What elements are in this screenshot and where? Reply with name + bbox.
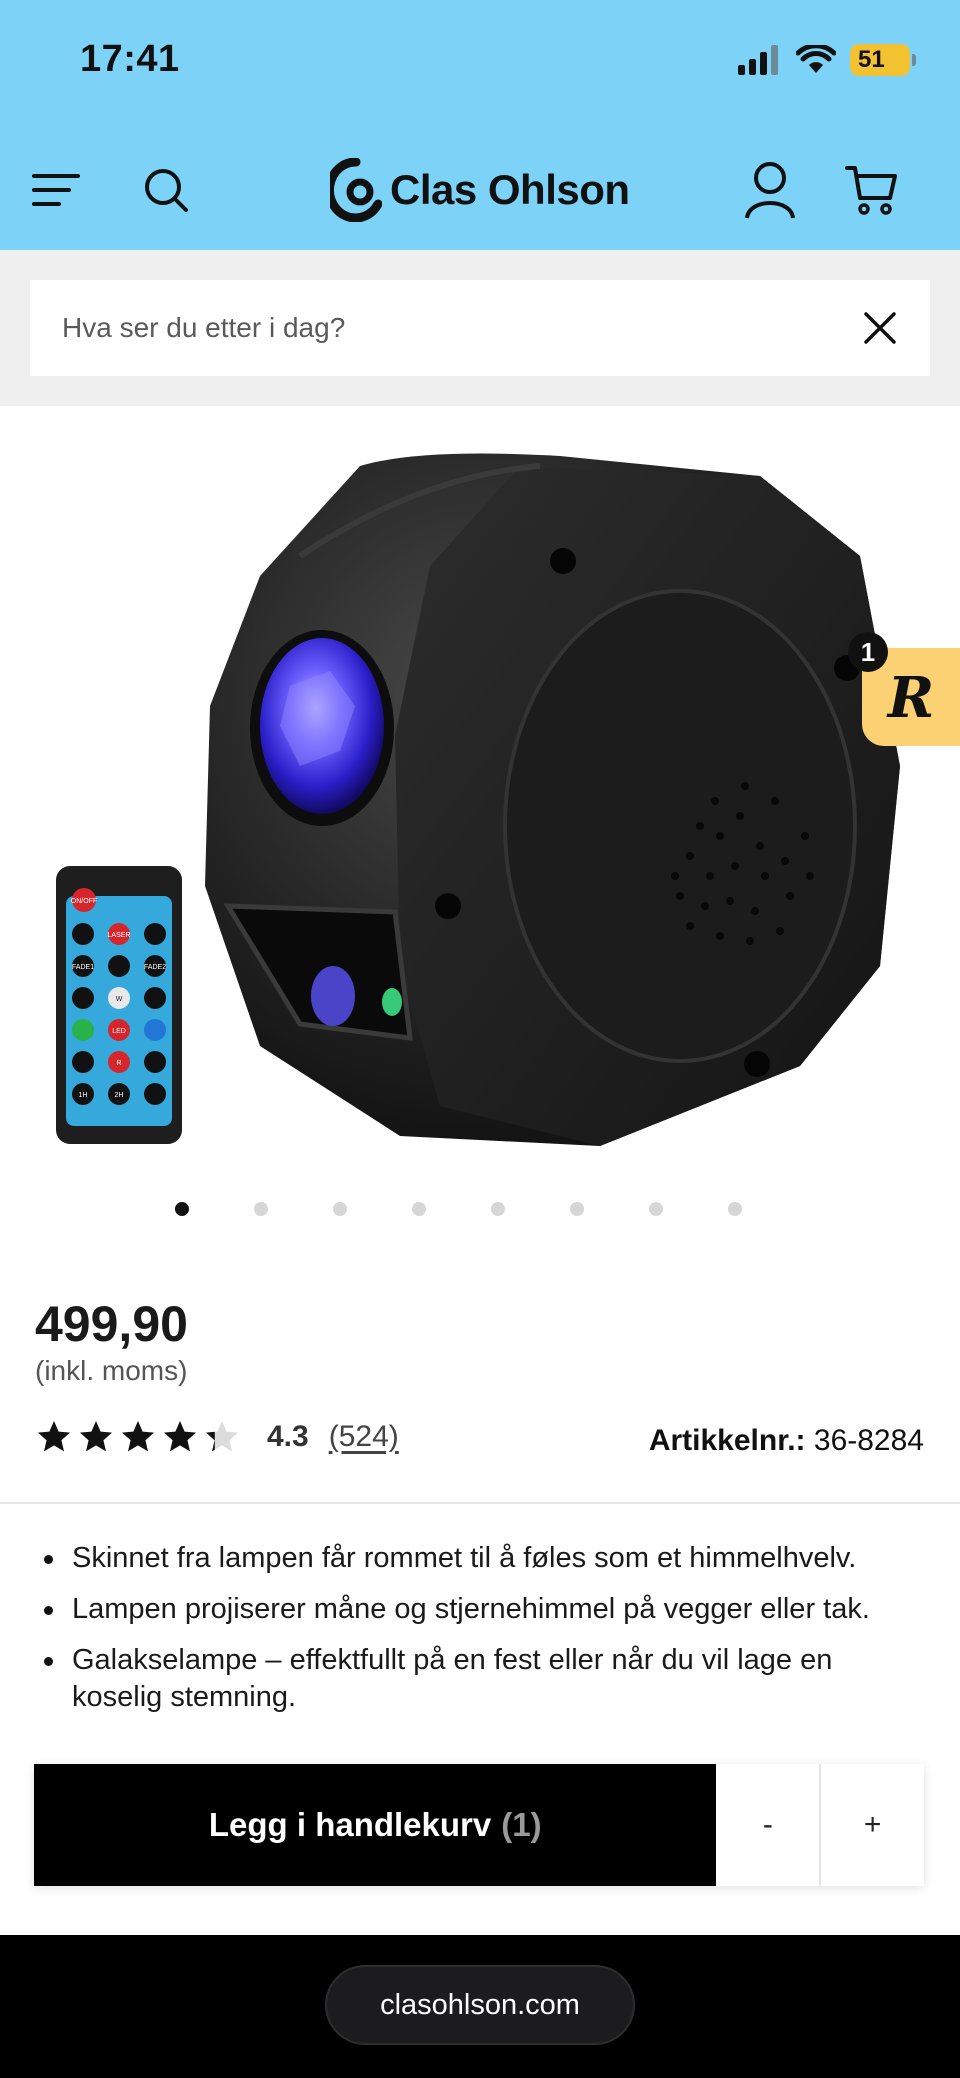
product-image[interactable]: ON/OFF LASER FADE1 FADE2 W LED R 1H 2H [0, 406, 960, 1206]
carousel-dot[interactable] [491, 1202, 505, 1216]
carousel-dot[interactable] [649, 1202, 663, 1216]
cellular-signal-icon [738, 45, 778, 75]
carousel-dot[interactable] [333, 1202, 347, 1216]
rating-value: 4.3 [267, 1420, 309, 1453]
feature-list: Skinnet fra lampen får rommet til å føle… [40, 1540, 920, 1730]
add-to-cart-label: Legg i handlekurv [208, 1806, 492, 1843]
r-logo-icon: R [886, 665, 935, 729]
increase-quantity-button[interactable]: + [821, 1764, 924, 1886]
feature-item: Skinnet fra lampen får rommet til å føle… [40, 1540, 920, 1577]
carousel-dot[interactable] [570, 1202, 584, 1216]
carousel-dot[interactable] [412, 1202, 426, 1216]
search-section [0, 250, 960, 406]
remote-label: ON/OFF [71, 898, 97, 905]
brand-logo[interactable]: Clas Ohlson [330, 150, 630, 230]
search-icon [145, 169, 188, 212]
product-price: 499,90 [35, 1296, 188, 1352]
article-label: Artikkelnr.: [648, 1424, 806, 1457]
add-to-cart-button[interactable]: Legg i handlekurv (1) [34, 1764, 717, 1886]
star-icon [122, 1421, 154, 1452]
cart-quantity: (1) [501, 1806, 542, 1843]
vat-note: (inkl. moms) [35, 1355, 188, 1386]
remote-label: FADE2 [144, 964, 166, 971]
wifi-icon [796, 45, 836, 73]
shopping-cart-icon [845, 166, 897, 215]
remote-label: LASER [108, 932, 131, 939]
hamburger-menu-icon [32, 174, 80, 206]
site-header: Clas Ohlson [0, 140, 960, 240]
badge-count: 1 [848, 632, 888, 672]
browser-toolbar: clasohlson.com [0, 1935, 960, 2078]
star-icon [80, 1421, 112, 1452]
search-input[interactable] [62, 312, 842, 344]
carousel-dot[interactable] [728, 1202, 742, 1216]
feature-item: Lampen projiserer måne og stjernehimmel … [40, 1591, 920, 1628]
account-button[interactable] [740, 160, 800, 220]
clas-ohlson-logo-icon [330, 158, 382, 222]
remote-label: R [116, 1060, 121, 1067]
status-time: 17:41 [80, 38, 180, 80]
feature-item: Galakselampe – effektfullt på en fest el… [40, 1642, 920, 1716]
remote-label: 1H [79, 1092, 88, 1099]
reviews-link[interactable]: (524) [329, 1420, 399, 1454]
remote-label: FADE1 [72, 964, 94, 971]
divider [0, 1502, 960, 1504]
article-value: 36-8284 [813, 1424, 924, 1457]
brand-name: Clas Ohlson [390, 166, 630, 213]
close-icon[interactable] [860, 308, 900, 348]
remote-label: LED [112, 1028, 126, 1035]
carousel-dot[interactable] [175, 1202, 189, 1216]
search-field[interactable] [30, 280, 930, 376]
cart-button[interactable] [842, 160, 902, 220]
battery-level: 51 [858, 46, 885, 73]
battery-icon: 51 [850, 44, 916, 76]
add-to-cart-bar: Legg i handlekurv (1) - + [34, 1764, 924, 1886]
star-icon [164, 1421, 196, 1452]
status-indicators: 51 [738, 40, 916, 80]
product-image-gallery[interactable]: ON/OFF LASER FADE1 FADE2 W LED R 1H 2H [0, 406, 960, 1206]
top-header: 17:41 51 Clas Ohlson [0, 0, 960, 250]
remote-label: 2H [115, 1092, 124, 1099]
search-button[interactable] [136, 160, 196, 220]
svg-text:R: R [886, 665, 935, 729]
star-icon [206, 1421, 238, 1452]
carousel-dot[interactable] [254, 1202, 268, 1216]
rating-stars [35, 1419, 241, 1455]
decrease-quantity-button[interactable]: - [716, 1764, 820, 1886]
product-rating: 4.3 (524) [35, 1415, 399, 1459]
carousel-pagination[interactable] [0, 1200, 960, 1220]
menu-button[interactable] [26, 160, 86, 220]
address-bar[interactable]: clasohlson.com [325, 1965, 635, 2045]
star-icon [38, 1421, 70, 1452]
remote-label: W [116, 996, 123, 1003]
article-number: Artikkelnr.: 36-8284 [649, 1424, 924, 1458]
user-icon [745, 162, 795, 219]
